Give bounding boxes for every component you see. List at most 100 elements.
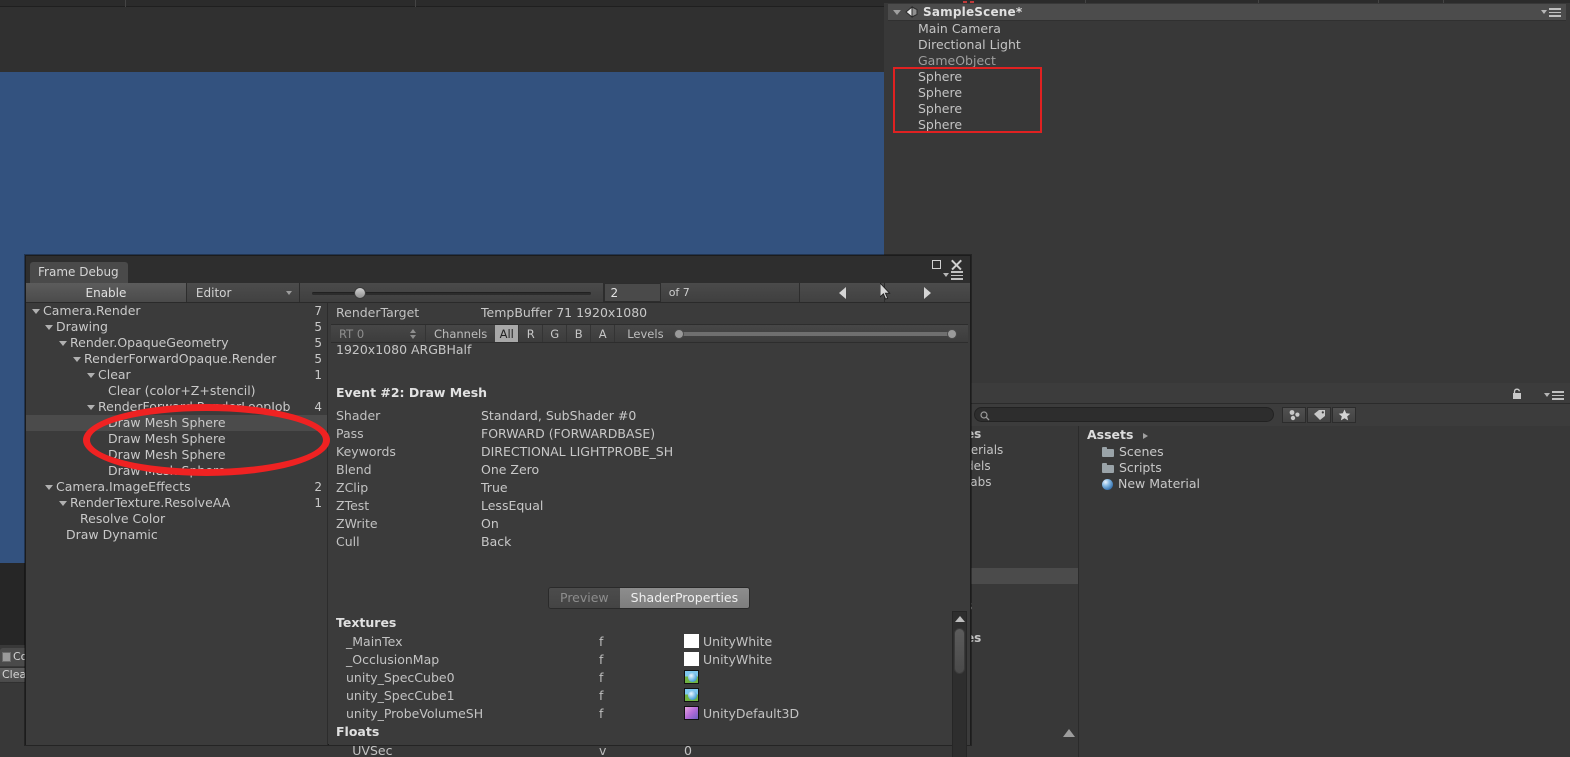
tree-row-draw-mesh-sphere[interactable]: Draw Mesh Sphere bbox=[26, 431, 327, 447]
frame-debugger-window: Frame Debug Enable Editor 2 of 7 Camera.… bbox=[25, 255, 971, 757]
tree-row-label: Draw Mesh Sphere bbox=[108, 447, 226, 462]
tree-row-draw-dynamic[interactable]: Draw Dynamic bbox=[26, 527, 327, 543]
property-value: FORWARD (FORWARDBASE) bbox=[481, 426, 656, 441]
tree-row-camera-imageeffects[interactable]: Camera.ImageEffects 2 bbox=[26, 479, 327, 495]
levels-slider-handle-max[interactable] bbox=[947, 329, 957, 339]
asset-item-scripts[interactable]: Scripts bbox=[1080, 460, 1570, 476]
chevron-down-icon[interactable] bbox=[893, 9, 901, 15]
project-scroll-up-arrow[interactable] bbox=[1063, 726, 1077, 742]
cubemap-swatch bbox=[684, 688, 699, 702]
tree-row-label: Render.OpaqueGeometry bbox=[70, 335, 229, 350]
prev-event-button[interactable] bbox=[800, 283, 886, 302]
chevron-down-icon[interactable] bbox=[32, 309, 40, 314]
channel-button-a[interactable]: A bbox=[591, 325, 616, 342]
asset-item-scenes[interactable]: Scenes bbox=[1080, 444, 1570, 460]
chevron-down-icon[interactable] bbox=[45, 485, 53, 490]
hierarchy-item-directional-light[interactable]: Directional Light bbox=[888, 37, 1566, 53]
tree-row-render-opaquegeometry[interactable]: Render.OpaqueGeometry 5 bbox=[26, 335, 327, 351]
tab-shaderproperties[interactable]: ShaderProperties bbox=[619, 588, 750, 608]
property-key: Blend bbox=[336, 462, 372, 477]
project-tree-item-selected[interactable] bbox=[960, 568, 1078, 584]
search-input[interactable] bbox=[974, 407, 1274, 422]
levels-label: Levels bbox=[615, 325, 670, 342]
rt-select-dropdown[interactable]: RT 0 bbox=[331, 325, 426, 342]
tree-row-clear[interactable]: Clear 1 bbox=[26, 367, 327, 383]
hierarchy-scene-header[interactable]: SampleScene* bbox=[888, 4, 1566, 21]
chevron-down-icon[interactable] bbox=[59, 341, 67, 346]
tree-row-resolve-color[interactable]: Resolve Color bbox=[26, 511, 327, 527]
chevron-down-icon[interactable] bbox=[87, 373, 95, 378]
label-filter-icon[interactable] bbox=[1307, 407, 1331, 423]
tab-frame-debug[interactable]: Frame Debug bbox=[30, 262, 128, 283]
project-tree-item[interactable]: s bbox=[960, 598, 1078, 614]
next-event-button[interactable] bbox=[885, 283, 970, 302]
tree-row-clear-color-z-stencil[interactable]: Clear (color+Z+stencil) bbox=[26, 383, 327, 399]
console-clear-button[interactable]: Clear bbox=[0, 667, 28, 683]
tree-row-draw-mesh-sphere[interactable]: Draw Mesh Sphere bbox=[26, 463, 327, 479]
chevron-down-icon[interactable] bbox=[87, 405, 95, 410]
hierarchy-menu-icon[interactable] bbox=[1541, 8, 1561, 17]
close-icon[interactable] bbox=[951, 259, 962, 270]
channel-button-all[interactable]: All bbox=[495, 325, 520, 342]
stepper-icon[interactable] bbox=[410, 329, 416, 339]
hierarchy-item-sphere[interactable]: Sphere bbox=[888, 117, 1566, 133]
tree-row-drawing[interactable]: Drawing 5 bbox=[26, 319, 327, 335]
chevron-down-icon[interactable] bbox=[59, 501, 67, 506]
channel-button-b[interactable]: B bbox=[567, 325, 592, 342]
arrow-right-icon bbox=[924, 286, 932, 299]
project-menu-icon[interactable] bbox=[1544, 391, 1564, 400]
hierarchy-item-label: Sphere bbox=[918, 85, 963, 100]
event-index-field[interactable]: 2 bbox=[603, 283, 661, 302]
hierarchy-item-main-camera[interactable]: Main Camera bbox=[888, 21, 1566, 37]
scrollbar-thumb[interactable] bbox=[954, 628, 965, 674]
project-tree-item[interactable]: terials bbox=[960, 442, 1078, 458]
scroll-up-icon[interactable] bbox=[955, 616, 965, 622]
float-flag: v bbox=[599, 742, 607, 757]
hierarchy-item-gameobject[interactable]: GameObject bbox=[888, 53, 1566, 69]
levels-slider-handle-min[interactable] bbox=[673, 329, 684, 339]
hierarchy-item-sphere[interactable]: Sphere bbox=[888, 101, 1566, 117]
tree-row-rendertexture-resolveaa[interactable]: RenderTexture.ResolveAA 1 bbox=[26, 495, 327, 511]
chevron-down-icon[interactable] bbox=[45, 325, 53, 330]
enable-button[interactable]: Enable bbox=[26, 283, 187, 302]
tree-row-camera-render[interactable]: Camera.Render 7 bbox=[26, 303, 327, 319]
preview-tabs: Preview ShaderProperties bbox=[548, 587, 751, 609]
event-index-value: 2 bbox=[610, 285, 619, 300]
breadcrumb[interactable]: Assets bbox=[1080, 426, 1570, 444]
texture-row-speccube0: unity_SpecCube0 f bbox=[329, 668, 954, 686]
project-tree-item[interactable]: dels bbox=[960, 458, 1078, 474]
target-dropdown[interactable]: Editor bbox=[186, 283, 300, 302]
event-property-row-ztest: ZTest LessEqual bbox=[329, 497, 970, 515]
channel-button-r[interactable]: R bbox=[519, 325, 544, 342]
asset-item-new-material[interactable]: New Material bbox=[1080, 476, 1570, 492]
chevron-right-icon[interactable] bbox=[1142, 432, 1148, 439]
window-menu-icon[interactable] bbox=[943, 271, 963, 280]
chevron-down-icon[interactable] bbox=[73, 357, 81, 362]
project-tree-item[interactable]: es bbox=[960, 630, 1078, 646]
lock-icon[interactable] bbox=[1512, 388, 1522, 403]
object-filter-icon[interactable] bbox=[1282, 407, 1306, 423]
project-tree-item[interactable]: ; bbox=[960, 614, 1078, 630]
tab-preview[interactable]: Preview bbox=[549, 588, 620, 608]
project-tree-item[interactable]: es bbox=[960, 426, 1078, 442]
shader-properties-scrollbar[interactable] bbox=[952, 611, 967, 757]
render-target-format: 1920x1080 ARGBHalf bbox=[336, 342, 472, 357]
tree-row-draw-mesh-sphere[interactable]: Draw Mesh Sphere bbox=[26, 447, 327, 463]
maximize-icon[interactable] bbox=[932, 260, 941, 269]
hierarchy-item-sphere[interactable]: Sphere bbox=[888, 85, 1566, 101]
hierarchy-item-label: Sphere bbox=[918, 117, 963, 132]
tree-row-draw-mesh-sphere[interactable]: Draw Mesh Sphere bbox=[26, 415, 327, 431]
project-tree-item[interactable] bbox=[960, 552, 1078, 568]
favorite-filter-icon[interactable] bbox=[1332, 407, 1356, 423]
tree-row-renderforward-renderloopjob[interactable]: RenderForward.RenderLoopJob 4 bbox=[26, 399, 327, 415]
channel-label: G bbox=[550, 326, 560, 341]
event-slider-handle[interactable] bbox=[353, 287, 366, 299]
event-slider[interactable] bbox=[299, 283, 604, 302]
channel-button-g[interactable]: G bbox=[543, 325, 568, 342]
hierarchy-item-sphere[interactable]: Sphere bbox=[888, 69, 1566, 85]
levels-slider[interactable] bbox=[671, 325, 960, 342]
frame-debugger-titlebar[interactable]: Frame Debug bbox=[26, 256, 970, 283]
project-tree-item[interactable]: fabs bbox=[960, 474, 1078, 490]
render-target-value: TempBuffer 71 1920x1080 bbox=[481, 305, 648, 320]
tree-row-renderforwardopaque-render[interactable]: RenderForwardOpaque.Render 5 bbox=[26, 351, 327, 367]
